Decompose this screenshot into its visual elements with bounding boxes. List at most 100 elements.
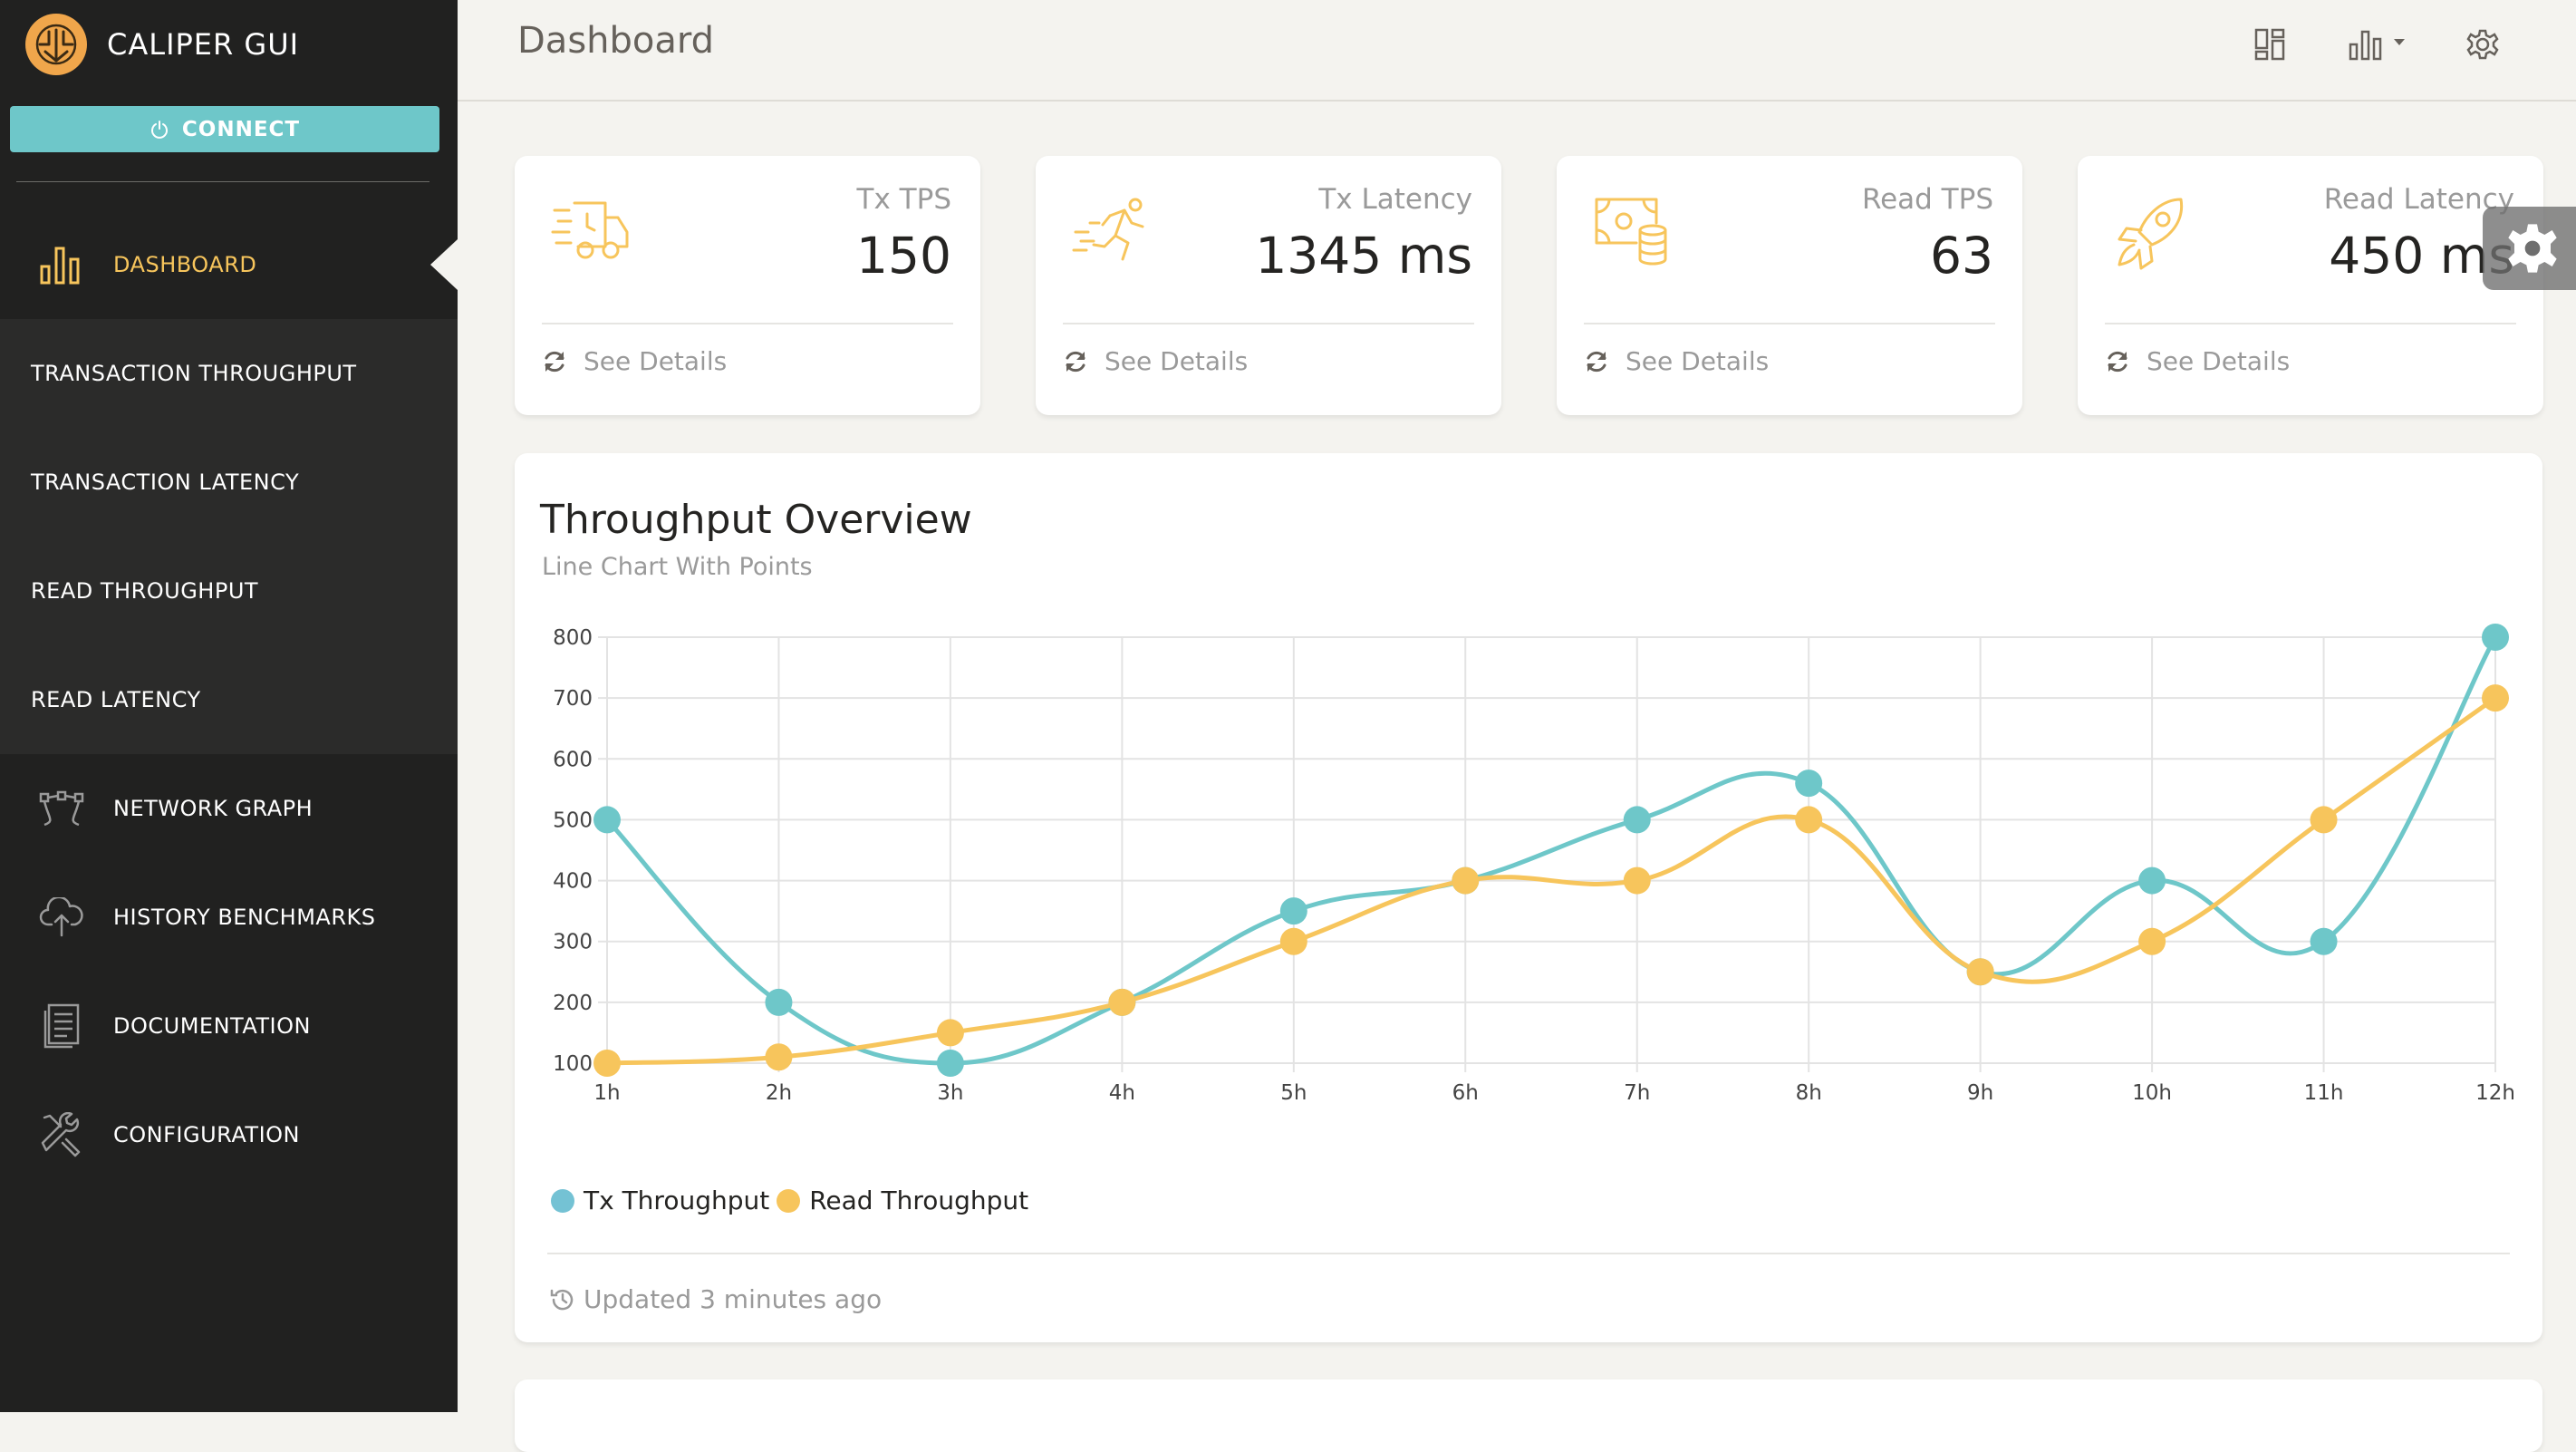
sidebar-item-read-latency[interactable]: READ LATENCY xyxy=(0,645,458,754)
x-tick-label: 3h xyxy=(937,1081,963,1105)
sidebar-item-configuration[interactable]: CONFIGURATION xyxy=(0,1080,458,1189)
sidebar-item-label: TRANSACTION THROUGHPUT xyxy=(31,361,357,386)
sidebar-item-transaction-throughput[interactable]: TRANSACTION THROUGHPUT xyxy=(0,319,458,428)
stat-card-tx-latency: Tx Latency 1345 ms See Details xyxy=(1036,156,1501,415)
history-icon xyxy=(550,1289,574,1310)
data-point-tx-throughput xyxy=(765,988,793,1016)
data-point-tx-throughput xyxy=(2482,624,2509,651)
data-point-read-throughput xyxy=(765,1043,793,1071)
legend-item-read-throughput[interactable]: Read Throughput xyxy=(777,1186,1028,1215)
bar-chart-icon xyxy=(34,245,89,285)
data-point-tx-throughput xyxy=(2310,927,2338,955)
data-point-read-throughput xyxy=(1795,806,1823,834)
data-point-read-throughput xyxy=(1279,927,1307,955)
y-tick-label: 500 xyxy=(553,808,593,832)
chart-legend: Tx Throughput Read Throughput xyxy=(551,1186,1036,1215)
sidebar-item-dashboard[interactable]: DASHBOARD xyxy=(0,210,458,319)
data-point-tx-throughput xyxy=(1623,806,1651,834)
data-point-tx-throughput xyxy=(1279,897,1307,925)
stat-label: Tx TPS xyxy=(856,183,951,216)
legend-item-tx-throughput[interactable]: Tx Throughput xyxy=(551,1186,769,1215)
throughput-line-chart: 100 200 300 400 500 600 700 800 1h 2h 3h 4h 5h 6h 7h 8h… xyxy=(553,624,2515,1105)
sidebar-item-label: READ LATENCY xyxy=(31,687,201,712)
x-tick-label: 11h xyxy=(2304,1081,2344,1105)
page-title: Dashboard xyxy=(517,20,715,62)
data-point-read-throughput xyxy=(593,1050,621,1077)
see-details-label: See Details xyxy=(2147,346,2291,376)
data-point-read-throughput xyxy=(1966,958,1994,986)
data-point-tx-throughput xyxy=(593,806,621,834)
sidebar: CALIPER GUI CONNECT DASHBOARD TRANSACTIO… xyxy=(0,0,458,1412)
data-point-read-throughput xyxy=(2310,806,2338,834)
see-details-link[interactable]: See Details xyxy=(1584,346,1769,376)
sidebar-item-label: READ THROUGHPUT xyxy=(31,578,259,604)
rocket-icon xyxy=(2114,196,2194,276)
legend-swatch xyxy=(777,1188,801,1213)
see-details-label: See Details xyxy=(1626,346,1770,376)
stat-value: 1345 ms xyxy=(1255,227,1472,285)
bar-chart-dropdown-icon[interactable] xyxy=(2349,22,2408,67)
brand[interactable]: CALIPER GUI xyxy=(25,11,299,78)
cloud-upload-icon xyxy=(34,897,89,937)
updated-text: Updated 3 minutes ago xyxy=(584,1284,883,1314)
connect-label: CONNECT xyxy=(181,117,301,141)
connect-button[interactable]: CONNECT xyxy=(10,106,439,152)
data-point-read-throughput xyxy=(1108,988,1136,1016)
x-tick-label: 1h xyxy=(593,1081,620,1105)
see-details-link[interactable]: See Details xyxy=(2105,346,2290,376)
next-card xyxy=(515,1379,2542,1452)
sidebar-item-transaction-latency[interactable]: TRANSACTION LATENCY xyxy=(0,428,458,537)
delivery-truck-icon xyxy=(551,196,631,268)
stat-value: 63 xyxy=(1930,227,1993,285)
x-tick-label: 7h xyxy=(1624,1081,1650,1105)
app-title: CALIPER GUI xyxy=(107,27,300,62)
see-details-link[interactable]: See Details xyxy=(1063,346,1248,376)
data-point-read-throughput xyxy=(1452,866,1480,895)
card-divider xyxy=(1063,323,1474,324)
money-coins-icon xyxy=(1593,196,1673,279)
top-bar: Dashboard xyxy=(458,0,2576,102)
sidebar-item-label: CONFIGURATION xyxy=(113,1122,300,1147)
sidebar-divider xyxy=(16,181,429,182)
data-point-tx-throughput xyxy=(2138,866,2166,895)
y-tick-label: 700 xyxy=(553,687,593,711)
y-tick-label: 400 xyxy=(553,870,593,894)
sidebar-item-label: HISTORY BENCHMARKS xyxy=(113,905,376,930)
data-point-read-throughput xyxy=(1623,866,1651,895)
sidebar-item-label: DOCUMENTATION xyxy=(113,1013,311,1039)
sidebar-item-read-throughput[interactable]: READ THROUGHPUT xyxy=(0,537,458,645)
x-tick-label: 6h xyxy=(1452,1081,1479,1105)
caliper-logo-icon xyxy=(25,14,87,75)
stat-card-tx-tps: Tx TPS 150 See Details xyxy=(515,156,980,415)
see-details-label: See Details xyxy=(584,346,728,376)
refresh-icon xyxy=(1587,351,1606,372)
data-point-read-throughput xyxy=(2138,927,2166,955)
card-divider xyxy=(547,1253,2510,1254)
y-tick-label: 100 xyxy=(553,1052,593,1076)
refresh-icon xyxy=(2108,351,2127,372)
x-tick-label: 8h xyxy=(1796,1081,1822,1105)
sidebar-item-history-benchmarks[interactable]: HISTORY BENCHMARKS xyxy=(0,863,458,972)
y-tick-label: 800 xyxy=(553,626,593,650)
stat-value: 150 xyxy=(856,227,951,285)
data-point-tx-throughput xyxy=(936,1050,964,1077)
gear-icon[interactable] xyxy=(2466,22,2499,67)
gear-icon xyxy=(2508,224,2557,273)
x-tick-label: 9h xyxy=(1967,1081,1993,1105)
active-indicator xyxy=(430,239,458,290)
stat-label: Tx Latency xyxy=(1318,183,1472,216)
series-line-tx-throughput xyxy=(605,635,2498,1066)
sidebar-item-documentation[interactable]: DOCUMENTATION xyxy=(0,972,458,1080)
x-tick-label: 12h xyxy=(2475,1081,2515,1105)
stat-card-read-tps: Read TPS 63 See Details xyxy=(1557,156,2022,415)
layout-grid-icon[interactable] xyxy=(2254,22,2285,67)
card-divider xyxy=(2105,323,2516,324)
floating-settings-button[interactable] xyxy=(2483,207,2576,290)
x-tick-label: 10h xyxy=(2132,1081,2172,1105)
sidebar-item-network-graph[interactable]: NETWORK GRAPH xyxy=(0,754,458,863)
network-graph-icon xyxy=(34,790,89,827)
stat-label: Read TPS xyxy=(1861,183,1993,216)
card-divider xyxy=(1584,323,1995,324)
see-details-link[interactable]: See Details xyxy=(542,346,727,376)
legend-swatch xyxy=(551,1188,574,1213)
